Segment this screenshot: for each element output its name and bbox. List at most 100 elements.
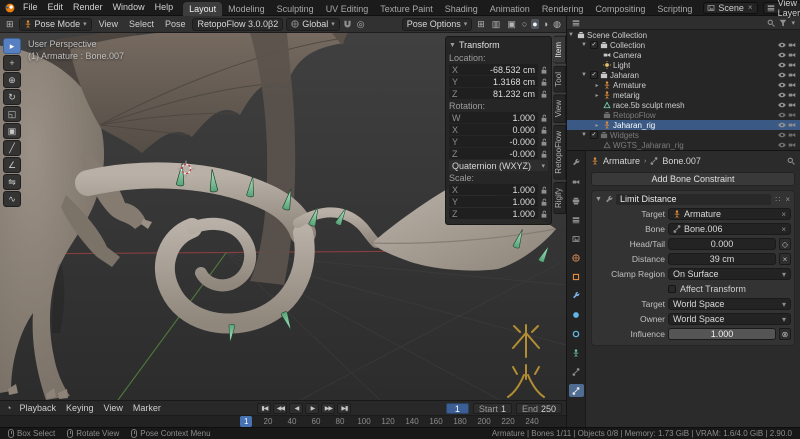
outliner-row-scene-collection[interactable]: ▼ Scene Collection: [567, 30, 800, 40]
collection-checkbox[interactable]: [590, 131, 598, 139]
rotation-mode-dropdown[interactable]: Quaternion (WXYZ)▾: [449, 160, 548, 171]
hide-render-icon[interactable]: [788, 41, 796, 49]
influence-slider[interactable]: 1.000: [668, 328, 776, 340]
tab-rigify[interactable]: Rigify: [553, 182, 566, 214]
show-gizmo-icon[interactable]: ⊞: [475, 19, 487, 30]
hide-render-icon[interactable]: [788, 111, 796, 119]
expand-icon[interactable]: ▼: [580, 72, 588, 78]
workspace-tab-animation[interactable]: Animation: [484, 2, 536, 16]
search-icon[interactable]: [767, 19, 775, 27]
hide-render-icon[interactable]: [788, 91, 796, 99]
tab-scene[interactable]: [569, 232, 584, 245]
timeline-ruler[interactable]: 0 20 40 60 80 100 120 140 160 180 200 22…: [0, 415, 566, 427]
hide-render-icon[interactable]: [788, 131, 796, 139]
lock-icon[interactable]: [540, 114, 548, 122]
lock-icon[interactable]: [540, 90, 548, 98]
xray-toggle-icon[interactable]: ▣: [505, 19, 518, 30]
affect-transform-checkbox[interactable]: Affect Transform: [668, 284, 791, 294]
outliner-editor-icon[interactable]: [572, 19, 580, 27]
panel-collapse-icon[interactable]: ▼: [449, 42, 456, 49]
breadcrumb-object[interactable]: Armature: [603, 156, 640, 166]
menu-playback[interactable]: Playback: [15, 403, 60, 413]
play-reverse-button[interactable]: ◀: [289, 403, 303, 414]
chevron-down-icon[interactable]: ▾: [791, 19, 795, 27]
tool-breakdowner[interactable]: ⇋: [3, 174, 21, 190]
shading-rendered-icon[interactable]: ◍: [552, 19, 562, 30]
head-tail-slider[interactable]: 0.000: [668, 238, 776, 250]
workspace-tab-scripting[interactable]: Scripting: [651, 2, 698, 16]
tab-render[interactable]: [569, 175, 584, 188]
outliner-row-metarig[interactable]: ▸ metarig: [567, 90, 800, 100]
tool-transform[interactable]: ▣: [3, 123, 21, 139]
rotation-x-field[interactable]: X0.000: [449, 124, 538, 135]
tab-object[interactable]: [569, 270, 584, 283]
hide-render-icon[interactable]: [788, 101, 796, 109]
animate-property-icon[interactable]: ◇: [779, 238, 791, 250]
tab-view[interactable]: View: [553, 94, 566, 123]
lock-icon[interactable]: [540, 210, 548, 218]
menu-render[interactable]: Render: [68, 0, 108, 15]
outliner-row-widgets[interactable]: ▼ Widgets: [567, 130, 800, 140]
outliner-row-light[interactable]: Light: [567, 60, 800, 70]
hide-render-icon[interactable]: [788, 71, 796, 79]
scene-selector[interactable]: Scene ×: [703, 2, 757, 14]
outliner-row-wgts-jaharan-rig[interactable]: WGTS_Jaharan_rig: [567, 140, 800, 150]
lock-icon[interactable]: [540, 126, 548, 134]
distance-field[interactable]: 39 cm: [668, 253, 776, 265]
expand-icon[interactable]: ▸: [593, 92, 601, 99]
tool-move[interactable]: ⊕: [3, 72, 21, 88]
show-overlays-icon[interactable]: ▥: [490, 19, 503, 30]
hide-viewport-icon[interactable]: [778, 111, 786, 119]
tab-retopoflow[interactable]: RetopoFlow: [553, 125, 566, 180]
constraint-extras-icon[interactable]: ∷: [774, 195, 781, 204]
scale-z-field[interactable]: Z1.000: [449, 208, 538, 219]
hide-viewport-icon[interactable]: [778, 41, 786, 49]
expand-icon[interactable]: ▼: [580, 132, 588, 138]
reset-distance-icon[interactable]: ×: [779, 253, 791, 265]
play-button[interactable]: ▶: [305, 403, 319, 414]
workspace-tab-shading[interactable]: Shading: [439, 2, 484, 16]
tool-rotate[interactable]: ↻: [3, 89, 21, 105]
hide-viewport-icon[interactable]: [778, 141, 786, 149]
current-frame-field[interactable]: 1: [446, 403, 469, 414]
menu-window[interactable]: Window: [108, 0, 150, 15]
tab-item[interactable]: Item: [553, 36, 566, 64]
outliner-row-jaharan-rig[interactable]: ▸ Jaharan_rig: [567, 120, 800, 130]
menu-pose[interactable]: Pose: [161, 19, 190, 29]
tab-world[interactable]: [569, 251, 584, 264]
breadcrumb-bone[interactable]: Bone.007: [662, 156, 701, 166]
tab-tool[interactable]: [569, 156, 584, 169]
filter-icon[interactable]: [779, 19, 787, 27]
hide-viewport-icon[interactable]: [778, 131, 786, 139]
outliner-row-armature[interactable]: ▸ Armature: [567, 80, 800, 90]
hide-viewport-icon[interactable]: [778, 101, 786, 109]
tool-scale[interactable]: ◱: [3, 106, 21, 122]
workspace-tab-modeling[interactable]: Modeling: [222, 2, 271, 16]
hide-viewport-icon[interactable]: [778, 81, 786, 89]
lock-icon[interactable]: [540, 150, 548, 158]
clear-bone-icon[interactable]: ×: [781, 225, 786, 234]
hide-viewport-icon[interactable]: [778, 121, 786, 129]
jump-to-end-button[interactable]: ▶▮: [337, 403, 351, 414]
lock-icon[interactable]: [540, 198, 548, 206]
tool-measure[interactable]: ∠: [3, 157, 21, 173]
target-field[interactable]: Armature ×: [668, 208, 791, 220]
tab-object-data[interactable]: [569, 346, 584, 359]
hide-render-icon[interactable]: [788, 61, 796, 69]
hide-viewport-icon[interactable]: [778, 61, 786, 69]
next-keyframe-button[interactable]: ▶▶: [321, 403, 335, 414]
proportional-editing-icon[interactable]: ◎: [355, 19, 367, 30]
workspace-tab-rendering[interactable]: Rendering: [536, 2, 590, 16]
transform-orientation-dropdown[interactable]: Global ▾: [286, 18, 340, 31]
expand-icon[interactable]: ▼: [567, 32, 575, 38]
clear-target-icon[interactable]: ×: [781, 210, 786, 219]
search-icon[interactable]: [787, 157, 795, 165]
retopoflow-button[interactable]: RetopoFlow 3.0.0β2: [192, 18, 283, 31]
location-y-field[interactable]: Y1.3168 cm: [449, 76, 538, 87]
rotation-y-field[interactable]: Y-0.000: [449, 136, 538, 147]
tab-bone-constraint[interactable]: [569, 384, 584, 397]
tab-physics[interactable]: [569, 327, 584, 340]
outliner-row-collection[interactable]: ▼ Collection: [567, 40, 800, 50]
rotation-w-field[interactable]: W1.000: [449, 112, 538, 123]
menu-select[interactable]: Select: [125, 19, 158, 29]
